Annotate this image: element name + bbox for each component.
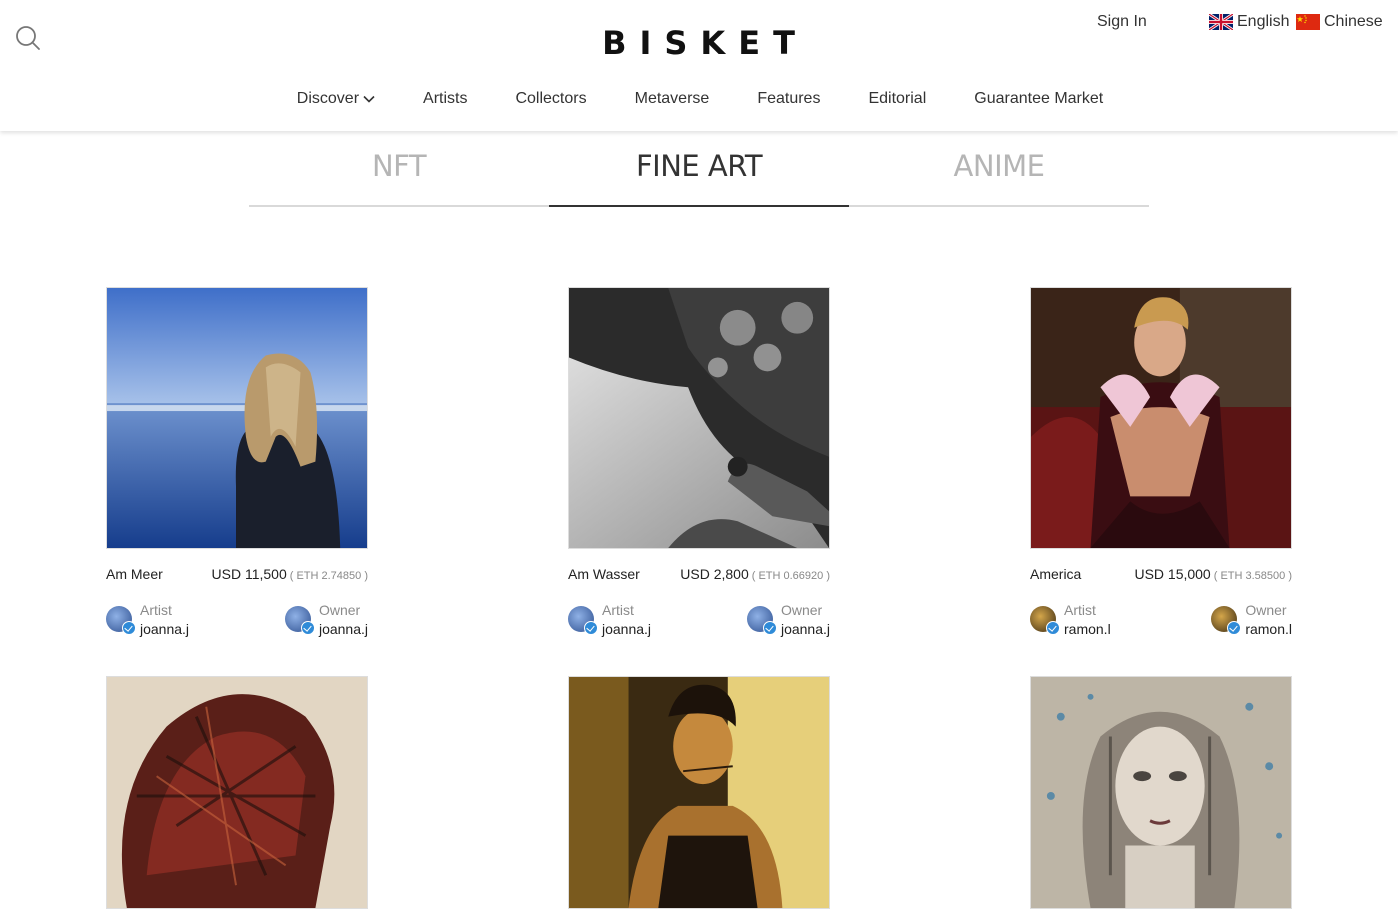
owner-name: joanna.j: [318, 621, 368, 637]
tab-anime[interactable]: ANIME: [849, 131, 1149, 207]
artwork-image[interactable]: [106, 676, 368, 909]
avatar: [1030, 606, 1060, 635]
nav-features[interactable]: Features: [757, 90, 820, 108]
artwork-meta: America USD 15,000 ( ETH 3.58500 ): [1030, 566, 1292, 582]
artwork-image-america[interactable]: [1030, 287, 1292, 549]
price-usd: USD 2,800: [680, 566, 749, 582]
avatar: [1211, 606, 1242, 635]
owner-profile[interactable]: Owner joanna.j: [746, 602, 830, 640]
artwork-price: USD 15,000 ( ETH 3.58500 ): [1134, 566, 1292, 582]
nav-discover[interactable]: Discover: [297, 90, 375, 108]
nav-discover-label: Discover: [296, 90, 360, 107]
sign-in-link[interactable]: Sign In: [1097, 13, 1147, 31]
price-usd: USD 11,500: [211, 566, 287, 582]
artwork-title[interactable]: Am Meer: [106, 566, 163, 582]
chevron-down-icon: [363, 95, 375, 103]
artwork-people: Artist joanna.j Owner joanna.j: [106, 602, 368, 640]
nav-guarantee-market[interactable]: Guarantee Market: [974, 90, 1103, 108]
language-chinese-label: Chinese: [1324, 13, 1383, 30]
artwork-image[interactable]: [1030, 676, 1292, 909]
owner-profile[interactable]: Owner ramon.l: [1211, 602, 1292, 640]
verified-badge-icon: [122, 621, 136, 635]
artwork-people: Artist ramon.l Owner ramon.l: [1030, 602, 1292, 640]
site-logo[interactable]: BISKET: [0, 24, 1398, 62]
owner-role-label: Owner: [1245, 602, 1287, 618]
verified-badge-icon: [762, 621, 777, 635]
artwork-image-am-wasser[interactable]: [568, 287, 830, 549]
language-chinese[interactable]: Chinese: [1296, 13, 1383, 31]
avatar: [568, 606, 598, 635]
price-eth: ( ETH 0.66920 ): [751, 570, 830, 582]
artwork-image-am-meer[interactable]: [106, 287, 368, 549]
artist-name: ramon.l: [1064, 621, 1111, 637]
owner-name: joanna.j: [780, 621, 830, 637]
artist-profile[interactable]: Artist ramon.l: [1030, 602, 1111, 640]
artwork-card: [568, 676, 830, 909]
tab-fine-art[interactable]: FINE ART: [549, 131, 849, 207]
avatar: [106, 606, 136, 635]
artwork-meta: Am Wasser USD 2,800 ( ETH 0.66920 ): [568, 566, 830, 582]
nav-artists[interactable]: Artists: [423, 90, 467, 108]
site-header: BISKET Sign In English Chinese Discover …: [0, 0, 1398, 131]
main-nav: Discover Artists Collectors Metaverse Fe…: [0, 90, 1398, 108]
avatar: [284, 606, 315, 635]
verified-badge-icon: [1046, 621, 1060, 635]
artist-role-label: Artist: [602, 602, 634, 618]
uk-flag-icon: [1208, 12, 1234, 32]
owner-profile[interactable]: Owner joanna.j: [284, 602, 368, 640]
language-english-label: English: [1237, 13, 1290, 30]
artwork-card: Am Meer USD 11,500 ( ETH 2.74850 ) Artis…: [106, 287, 368, 640]
artwork-title[interactable]: Am Wasser: [568, 566, 640, 582]
artist-role-label: Artist: [1064, 602, 1096, 618]
artwork-card: America USD 15,000 ( ETH 3.58500 ) Artis…: [1030, 287, 1292, 640]
owner-name: ramon.l: [1245, 621, 1292, 637]
verified-badge-icon: [300, 621, 315, 635]
artwork-meta: Am Meer USD 11,500 ( ETH 2.74850 ): [106, 566, 368, 582]
owner-role-label: Owner: [318, 602, 361, 618]
artist-profile[interactable]: Artist joanna.j: [106, 602, 189, 640]
avatar: [746, 606, 777, 635]
artist-role-label: Artist: [140, 602, 172, 618]
tab-nft[interactable]: NFT: [249, 131, 549, 207]
language-english[interactable]: English: [1208, 12, 1290, 32]
owner-role-label: Owner: [780, 602, 823, 618]
verified-badge-icon: [584, 621, 598, 635]
artist-profile[interactable]: Artist joanna.j: [568, 602, 651, 640]
artwork-price: USD 11,500 ( ETH 2.74850 ): [212, 566, 369, 582]
artwork-card: [1030, 676, 1292, 909]
price-usd: USD 15,000: [1134, 566, 1211, 582]
artist-name: joanna.j: [602, 621, 652, 637]
artwork-price: USD 2,800 ( ETH 0.66920 ): [680, 566, 830, 582]
nav-metaverse[interactable]: Metaverse: [635, 90, 710, 108]
artwork-card: Am Wasser USD 2,800 ( ETH 0.66920 ) Arti…: [568, 287, 830, 640]
category-tabs: NFT FINE ART ANIME: [249, 131, 1149, 207]
artwork-people: Artist joanna.j Owner joanna.j: [568, 602, 830, 640]
artist-name: joanna.j: [140, 621, 190, 637]
nav-collectors[interactable]: Collectors: [515, 90, 586, 108]
price-eth: ( ETH 3.58500 ): [1213, 570, 1292, 582]
price-eth: ( ETH 2.74850 ): [289, 570, 368, 582]
artwork-image[interactable]: [568, 676, 830, 909]
verified-badge-icon: [1227, 621, 1242, 635]
artwork-title[interactable]: America: [1030, 566, 1081, 582]
artwork-card: [106, 676, 368, 909]
nav-editorial[interactable]: Editorial: [868, 90, 926, 108]
china-flag-icon: [1296, 14, 1320, 30]
